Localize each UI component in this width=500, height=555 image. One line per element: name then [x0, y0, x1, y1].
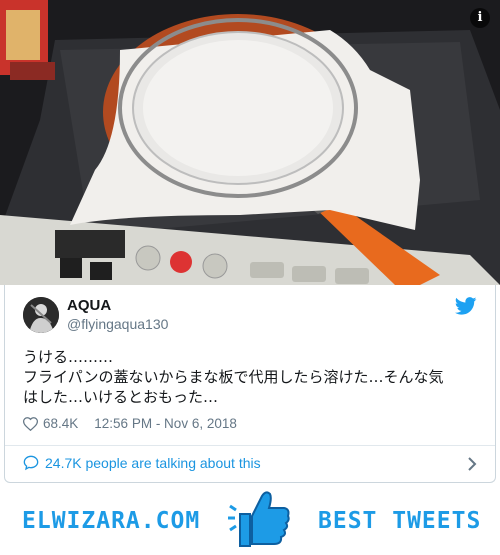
info-icon[interactable]: i: [470, 8, 490, 28]
photo-illustration: [0, 0, 500, 285]
avatar[interactable]: [23, 297, 59, 333]
twitter-bird-icon[interactable]: [455, 297, 477, 315]
tagline: BEST TWEETS: [318, 508, 482, 534]
tweet-text: うける……… フライパンの蓋ないからまな板で代用したら溶けた…そんな気 はした……: [23, 347, 483, 407]
display-name[interactable]: AQUA: [67, 297, 111, 314]
divider: [5, 445, 495, 446]
tweet-photo[interactable]: i: [0, 0, 500, 285]
site-name[interactable]: ELWIZARA.COM: [22, 508, 200, 534]
like-count[interactable]: 68.4K: [43, 416, 78, 431]
tweet-text-line: フライパンの蓋ないからまな板で代用したら溶けた…そんな気: [23, 368, 444, 386]
talking-link[interactable]: 24.7K people are talking about this: [23, 455, 261, 471]
speech-bubble-icon: [23, 455, 39, 471]
tweet-text-line: うける………: [23, 348, 114, 366]
thumbs-up-icon: [228, 491, 290, 547]
talking-text[interactable]: 24.7K people are talking about this: [45, 455, 261, 471]
tweet-meta: 68.4K 12:56 PM - Nov 6, 2018: [23, 416, 237, 431]
avatar-icon: [23, 297, 59, 333]
chevron-right-icon[interactable]: [467, 456, 477, 472]
tweet-card[interactable]: AQUA @flyingaqua130 うける……… フライパンの蓋ないからまな…: [4, 285, 496, 483]
tweet-text-line: はした…いけるとおもった…: [23, 388, 219, 406]
tweet-timestamp[interactable]: 12:56 PM - Nov 6, 2018: [94, 416, 237, 431]
heart-icon[interactable]: [23, 416, 38, 431]
brand-banner: ELWIZARA.COM BEST TWEETS: [0, 484, 500, 555]
user-handle[interactable]: @flyingaqua130: [67, 316, 168, 332]
